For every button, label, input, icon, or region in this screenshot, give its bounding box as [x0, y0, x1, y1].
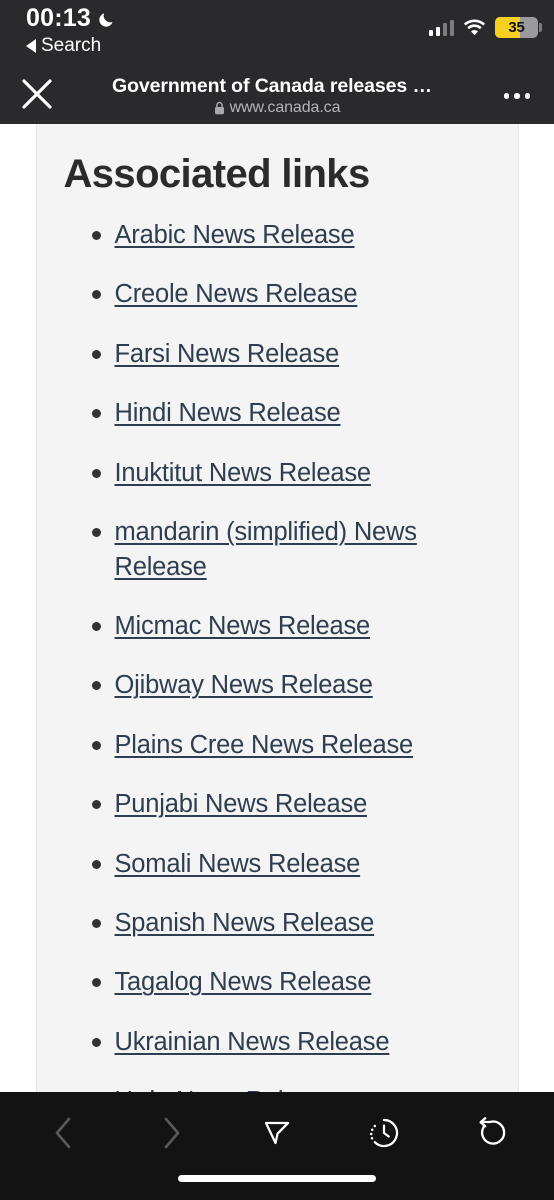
- link-punjabi-news-release[interactable]: Punjabi News Release: [115, 790, 368, 818]
- list-item: Farsi News Release: [37, 337, 518, 371]
- chevron-left-icon: [51, 1116, 77, 1150]
- list-item: Ojibway News Release: [37, 668, 518, 702]
- link-ukrainian-news-release[interactable]: Ukrainian News Release: [115, 1028, 390, 1056]
- lock-icon: [214, 101, 225, 115]
- close-button[interactable]: [18, 77, 56, 115]
- browser-title-block: Government of Canada releases Budg... ww…: [112, 75, 442, 115]
- list-item: mandarin (simplified) News Release: [37, 515, 518, 584]
- list-item: Somali News Release: [37, 847, 518, 881]
- home-indicator: [178, 1175, 376, 1182]
- battery-percent-label: 35: [508, 19, 525, 36]
- battery-cap: [539, 23, 542, 32]
- toolbar-buttons-row: [0, 1092, 554, 1162]
- link-plains-cree-news-release[interactable]: Plains Cree News Release: [115, 731, 414, 759]
- reload-button[interactable]: [462, 1108, 518, 1158]
- phone-screen: 00:13 Search 35 Government of Canada rel…: [0, 0, 554, 1200]
- associated-links-list: Arabic News Release Creole News Release …: [37, 196, 518, 1092]
- wifi-icon: [463, 19, 486, 36]
- back-to-search-button[interactable]: Search: [26, 36, 116, 55]
- clock-history-icon: [367, 1116, 401, 1150]
- url-text: www.canada.ca: [229, 98, 341, 116]
- back-button[interactable]: [36, 1108, 92, 1158]
- list-item: Ukrainian News Release: [37, 1025, 518, 1059]
- list-item: Creole News Release: [37, 277, 518, 311]
- battery-indicator: 35: [495, 17, 542, 38]
- page-heading: Associated links: [63, 152, 371, 196]
- list-item: Arabic News Release: [37, 218, 518, 252]
- list-item: Punjabi News Release: [37, 787, 518, 821]
- link-tagalog-news-release[interactable]: Tagalog News Release: [115, 968, 372, 996]
- status-time: 00:13: [26, 4, 91, 32]
- link-mandarin-simplified-news-release[interactable]: mandarin (simplified) News Release: [115, 518, 418, 580]
- webview[interactable]: Associated links Arabic News Release Cre…: [0, 124, 554, 1092]
- reload-icon: [473, 1116, 507, 1150]
- link-spanish-news-release[interactable]: Spanish News Release: [115, 909, 375, 937]
- crescent-moon-icon: [98, 10, 116, 28]
- cellular-signal-icon: [428, 19, 454, 36]
- status-bar-left: 00:13 Search: [26, 6, 116, 55]
- list-item: Plains Cree News Release: [37, 728, 518, 762]
- list-item: Urdu News Release: [37, 1084, 518, 1092]
- link-arabic-news-release[interactable]: Arabic News Release: [115, 221, 355, 249]
- more-options-icon: [503, 93, 531, 99]
- history-button[interactable]: [356, 1108, 412, 1158]
- link-hindi-news-release[interactable]: Hindi News Release: [115, 399, 341, 427]
- browser-header: Government of Canada releases Budg... ww…: [0, 68, 554, 124]
- more-options-button[interactable]: [496, 79, 538, 113]
- link-inuktitut-news-release[interactable]: Inuktitut News Release: [115, 459, 372, 487]
- share-send-icon: [260, 1116, 294, 1150]
- list-item: Hindi News Release: [37, 396, 518, 430]
- share-button[interactable]: [249, 1108, 305, 1158]
- browser-toolbar: [0, 1092, 554, 1200]
- link-micmac-news-release[interactable]: Micmac News Release: [115, 612, 371, 640]
- chevron-right-icon: [158, 1116, 184, 1150]
- link-creole-news-release[interactable]: Creole News Release: [115, 280, 358, 308]
- status-bar: 00:13 Search 35: [0, 0, 554, 68]
- list-item: Micmac News Release: [37, 609, 518, 643]
- list-item: Tagalog News Release: [37, 965, 518, 999]
- page-title-bar: Government of Canada releases Budg...: [112, 75, 442, 98]
- forward-button[interactable]: [143, 1108, 199, 1158]
- back-to-search-label: Search: [41, 35, 102, 56]
- close-icon: [20, 77, 54, 116]
- link-ojibway-news-release[interactable]: Ojibway News Release: [115, 671, 373, 699]
- page-content: Associated links Arabic News Release Cre…: [35, 124, 519, 1092]
- link-somali-news-release[interactable]: Somali News Release: [115, 850, 361, 878]
- list-item: Inuktitut News Release: [37, 456, 518, 490]
- back-caret-icon: [26, 38, 36, 53]
- url-row[interactable]: www.canada.ca: [214, 98, 341, 116]
- status-bar-right: 35: [428, 17, 542, 38]
- status-time-row: 00:13: [26, 6, 116, 31]
- list-item: Spanish News Release: [37, 906, 518, 940]
- link-farsi-news-release[interactable]: Farsi News Release: [115, 340, 340, 368]
